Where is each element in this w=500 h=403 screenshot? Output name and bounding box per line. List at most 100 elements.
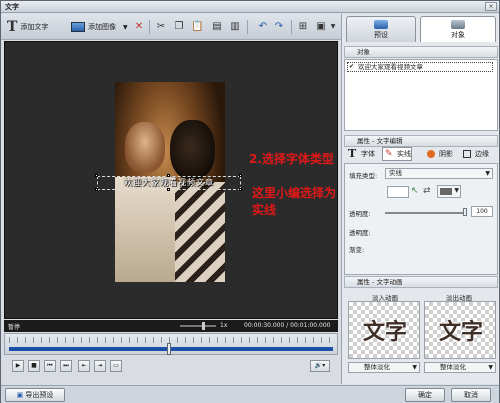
bottom-bar: ▣ 导出预设 确定 取消 (1, 385, 499, 403)
right-panel: 预设 对象 对象 ✔ 欢迎大家观看视频文章 属性 - 文字编辑 T 字体 ✎ 实… (341, 14, 499, 384)
next-frame-icon[interactable]: ⏭ (60, 360, 72, 372)
shadow-icon (427, 150, 435, 158)
grid-icon[interactable]: ⊞ (297, 21, 309, 33)
timeline-track[interactable] (9, 347, 333, 351)
resize-handle[interactable] (95, 188, 98, 191)
layer-icon[interactable]: ▥ (229, 21, 241, 33)
resize-handle[interactable] (167, 188, 170, 191)
volume-slider[interactable] (180, 322, 216, 330)
opacity-slider[interactable] (385, 212, 467, 214)
color-swatch[interactable] (387, 186, 409, 198)
opacity-slider-thumb[interactable] (463, 208, 467, 216)
objects-header-label: 对象 (357, 48, 370, 56)
timeline-playhead[interactable] (167, 343, 171, 355)
chevron-down-icon: ▼ (485, 170, 490, 177)
subtab-border[interactable]: 边缘 (460, 147, 490, 161)
tab-objects[interactable]: 对象 (420, 16, 496, 42)
add-text-button[interactable]: T 添加文字 (7, 18, 48, 36)
annotation-note: 这里小编选择为实线 (252, 186, 337, 217)
close-button[interactable]: × (485, 2, 497, 11)
ok-label: 确定 (418, 391, 432, 399)
add-image-button[interactable]: 添加图像 ▼ (71, 18, 128, 36)
field-label-3: 渐变: (349, 246, 365, 254)
mark-in-icon[interactable]: ⇤ (78, 360, 90, 372)
resize-handle[interactable] (239, 188, 242, 191)
fill-type-label: 填充类型: (349, 172, 378, 180)
object-checkbox[interactable]: ✔ (349, 63, 354, 71)
opacity-input[interactable]: 100 (471, 206, 493, 217)
exit-anim-value: 整体淡化 (440, 363, 466, 371)
video-person-left (115, 177, 175, 282)
subtab-shadow[interactable]: 阴影 (424, 147, 454, 161)
close-icon: × (488, 3, 494, 10)
brush-icon: ✎ (385, 149, 393, 159)
mark-out-icon[interactable]: ⇥ (94, 360, 106, 372)
ok-button[interactable]: 确定 (405, 388, 445, 402)
fill-settings-panel: 填充类型: 实线 ▼ ↖ ⇄ ▼ 透明度: 100 透明度: 渐变: (344, 163, 498, 275)
delete-icon[interactable]: ✕ (133, 21, 145, 33)
playback-status: 暂停 (8, 324, 21, 331)
export-preset-button[interactable]: ▣ 导出预设 (5, 388, 65, 402)
paste-special-icon[interactable]: ▤ (211, 21, 223, 33)
redo-icon[interactable]: ↷ (273, 21, 285, 33)
swap-icon[interactable]: ⇄ (423, 186, 431, 196)
chevron-down-icon[interactable]: ▼ (327, 21, 339, 33)
tab-objects-label: 对象 (451, 31, 465, 39)
font-t-icon: T (348, 147, 357, 160)
text-animation-header[interactable]: 属性 - 文字动画 (344, 276, 498, 288)
cancel-button[interactable]: 取消 (451, 388, 491, 402)
color-picker-button[interactable]: ▼ (437, 185, 461, 198)
subtab-border-label: 边缘 (475, 150, 489, 158)
toolbar-separator (291, 20, 292, 34)
exit-anim-preview[interactable]: 文字 (424, 301, 496, 359)
enter-anim-value: 整体淡化 (364, 363, 390, 371)
cancel-label: 取消 (464, 391, 478, 399)
video-head (170, 120, 215, 180)
enter-anim-preview-text: 文字 (362, 320, 407, 345)
cut-icon[interactable]: ✂ (155, 21, 167, 33)
undo-icon[interactable]: ↶ (257, 21, 269, 33)
chevron-down-icon: ▼ (412, 364, 417, 371)
subtab-font[interactable]: T 字体 (346, 147, 376, 161)
volume-icon[interactable]: 🔊▾ (310, 360, 330, 372)
timeline[interactable] (4, 333, 338, 355)
paste-icon[interactable]: 📋 (191, 21, 203, 33)
chevron-down-icon[interactable]: ▼ (123, 24, 128, 31)
fill-type-select[interactable]: 实线 ▼ (385, 168, 493, 179)
export-preset-label: 导出预设 (25, 391, 54, 399)
resize-handle[interactable] (95, 174, 98, 177)
image-icon (71, 22, 85, 32)
border-icon (463, 150, 471, 158)
safe-zone-icon[interactable]: ▣ (315, 21, 327, 33)
toolbar-separator (149, 20, 150, 34)
text-props-header[interactable]: 属性 - 文字编辑 (344, 135, 498, 147)
exit-anim-preview-text: 文字 (438, 320, 483, 345)
tab-presets[interactable]: 预设 (346, 16, 416, 42)
subtab-solid[interactable]: ✎ 实线 (382, 147, 412, 161)
video-face (125, 122, 165, 172)
subtab-shadow-label: 阴影 (439, 150, 453, 158)
text-props-header-label: 属性 - 文字编辑 (357, 137, 403, 145)
enter-anim-preview[interactable]: 文字 (348, 301, 420, 359)
exit-anim-select[interactable]: 整体淡化 ▼ (424, 362, 496, 373)
objects-section-header[interactable]: 对象 (344, 46, 498, 58)
play-icon[interactable]: ▶ (12, 360, 24, 372)
field-label-2: 透明度: (349, 229, 371, 237)
opacity-label: 透明度: (349, 210, 371, 218)
window-title: 文字 (5, 3, 19, 11)
objects-list[interactable]: ✔ 欢迎大家观看视频文章 (344, 59, 498, 131)
tab-presets-label: 预设 (374, 31, 388, 39)
previous-frame-icon[interactable]: ⏮ (44, 360, 56, 372)
chevron-down-icon: ▼ (488, 364, 493, 371)
copy-icon[interactable]: ❐ (173, 21, 185, 33)
enter-anim-select[interactable]: 整体淡化 ▼ (348, 362, 420, 373)
title-bar: 文字 × (1, 1, 499, 13)
stop-icon[interactable]: ■ (28, 360, 40, 372)
resize-handle[interactable] (239, 174, 242, 177)
presets-icon (374, 20, 388, 29)
playback-speed: 1x (220, 322, 228, 329)
loop-icon[interactable]: ▭ (110, 360, 122, 372)
object-list-item[interactable]: ✔ 欢迎大家观看视频文章 (347, 62, 493, 72)
resize-handle[interactable] (167, 174, 170, 177)
subtab-font-label: 字体 (361, 150, 375, 158)
